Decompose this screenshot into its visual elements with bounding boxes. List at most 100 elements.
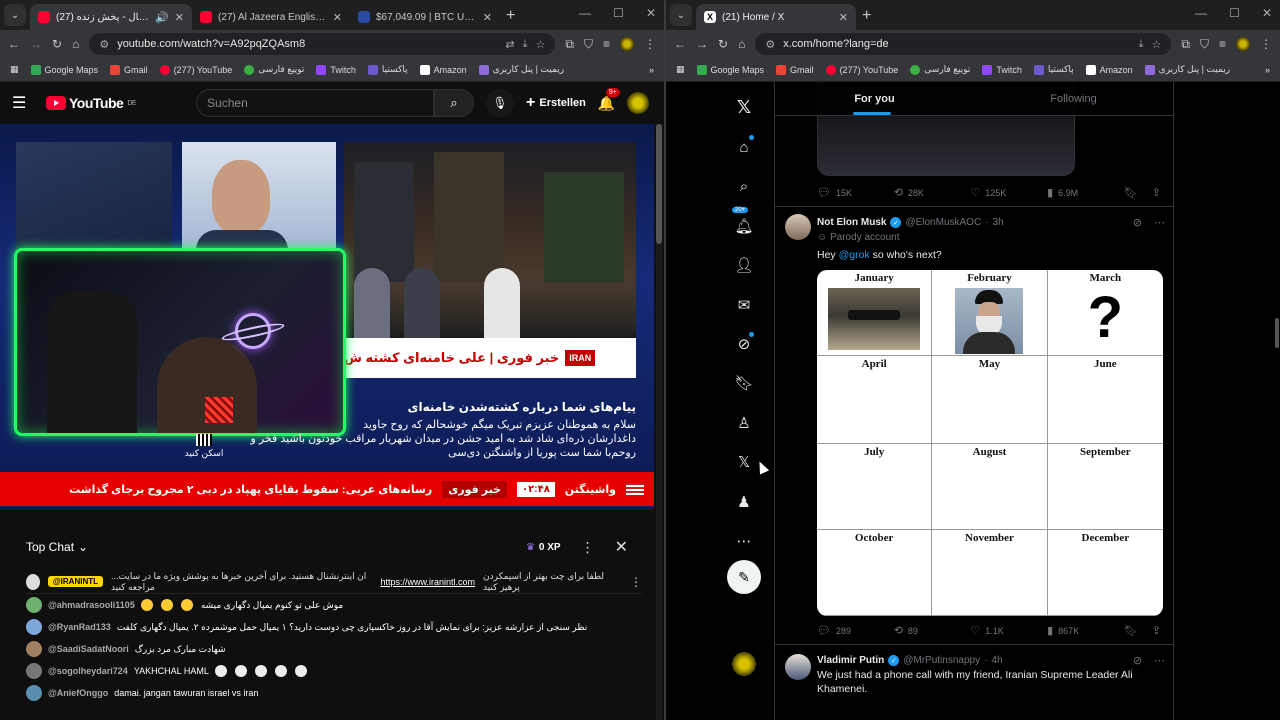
account-avatar[interactable] [627, 92, 650, 114]
address-bar[interactable]: ⚙ youtube.com/watch?v=A92pqZQAsm8 ⇄ ⤓ ☆ [89, 33, 556, 55]
close-tab-icon[interactable]: ✕ [333, 11, 342, 24]
bookmark-google-maps[interactable]: Google Maps [30, 64, 98, 75]
bookmark-twitch[interactable]: Twitch [982, 64, 1022, 75]
message-author[interactable]: @SaadiSadatNoori [48, 644, 129, 654]
close-window-icon[interactable]: ✕ [646, 6, 656, 20]
tab-for-you[interactable]: For you [775, 82, 974, 115]
scrollbar-thumb[interactable] [656, 124, 662, 244]
bookmark-tavie[interactable]: توییع فارسی [244, 64, 304, 75]
bookmark-tavie[interactable]: توییع فارسی [910, 64, 970, 75]
search-button[interactable]: ⌕ [434, 89, 475, 117]
notifications-bell-icon[interactable]: 🔔︎ 20+ [724, 206, 764, 245]
message-options-icon[interactable]: ⋮ [630, 575, 642, 589]
home-nav-icon[interactable]: ⌂ [724, 127, 764, 166]
menu-icon[interactable]: ⋮ [644, 37, 656, 51]
bookmark-gmail[interactable]: Gmail [776, 64, 814, 75]
bookmark-pakstia[interactable]: پاکستیا [1033, 64, 1074, 75]
compose-post-button[interactable]: ✎ [727, 560, 761, 594]
search-input[interactable]: Suchen [196, 89, 435, 117]
bookmarks-icon[interactable]: 🔖︎ [724, 364, 764, 403]
display-name[interactable]: Not Elon Musk [817, 217, 886, 228]
tweet-putin[interactable]: Vladimir Putin ✓ @MrPutinsnappy · 4h ⊘ ⋯ … [775, 644, 1173, 720]
bookmark-star-icon[interactable]: ☆ [1152, 38, 1162, 51]
bookmark-pakstia[interactable]: پاکستیا [367, 64, 408, 75]
site-info-icon[interactable]: ⚙ [99, 38, 109, 51]
profile-avatar[interactable] [620, 37, 634, 51]
minimize-icon[interactable]: — [579, 6, 591, 20]
video-player[interactable]: IRAN خبر فوری | علی خامنه‌ای کشته ش پیام… [0, 124, 654, 510]
message-author[interactable]: @RyanRad133 [48, 622, 111, 632]
page-scrollbar[interactable] [656, 124, 662, 720]
new-tab-button[interactable]: + [862, 7, 871, 25]
reply-button[interactable]: 💬︎ 289 [817, 624, 894, 637]
share-icon[interactable]: ⇪ [1152, 186, 1161, 199]
extensions-icon[interactable]: ⧉ [1181, 37, 1190, 52]
forward-icon[interactable]: → [696, 37, 708, 51]
reload-icon[interactable]: ↻ [718, 37, 728, 51]
more-icon[interactable]: ⋯ [1154, 216, 1165, 229]
youtube-logo[interactable]: YouTube DE [46, 95, 137, 111]
maximize-icon[interactable]: ☐ [1229, 6, 1240, 20]
tab-aljazeera[interactable]: (27) Al Jazeera English | Live ✕ [192, 4, 350, 30]
handle[interactable]: @ElonMuskAOC [905, 217, 981, 228]
mention-link[interactable]: @grok [839, 249, 870, 261]
profile-avatar[interactable] [1236, 37, 1250, 51]
reading-list-icon[interactable]: ≡ [603, 37, 610, 51]
bookmark-gmail[interactable]: Gmail [110, 64, 148, 75]
tab-following[interactable]: Following [974, 82, 1173, 115]
timestamp[interactable]: 4h [991, 655, 1002, 666]
account-avatar[interactable] [732, 652, 756, 676]
tab-x-home[interactable]: X (21) Home / X ✕ [696, 4, 856, 30]
grok-icon[interactable]: ⊘ [724, 324, 764, 363]
more-bookmarks-icon[interactable]: » [1265, 65, 1270, 75]
new-tab-button[interactable]: + [506, 7, 515, 25]
handle[interactable]: @MrPutinsnappy [903, 655, 980, 666]
bookmark-twitch[interactable]: Twitch [316, 64, 356, 75]
apps-icon[interactable]: ▦ [676, 64, 685, 75]
reading-list-icon[interactable]: ≡ [1219, 37, 1226, 51]
bookmark-youtube[interactable]: (277) YouTube [159, 64, 232, 75]
avatar[interactable] [785, 654, 811, 680]
bookmark-icon[interactable]: 🔖︎ [1124, 624, 1138, 637]
menu-icon[interactable]: ⋮ [1260, 37, 1272, 51]
iranintl-link[interactable]: https://www.iranintl.com [380, 577, 475, 587]
message-author[interactable]: @sogolheydari724 [48, 666, 128, 676]
tab-iranintl[interactable]: (27) ایران اینترنشنال - پخش زنده 🔊 ✕ [30, 4, 192, 30]
minimize-icon[interactable]: — [1195, 6, 1207, 20]
views-button[interactable]: ▮ 867K [1047, 624, 1124, 637]
hamburger-menu-icon[interactable]: ☰ [12, 93, 34, 113]
chat-mode-dropdown[interactable]: Top Chat ⌄ [26, 540, 88, 554]
grok-analyze-icon[interactable]: ⊘ [1133, 654, 1142, 667]
site-info-icon[interactable]: ⚙ [765, 38, 775, 51]
close-tab-icon[interactable]: ✕ [839, 11, 848, 24]
more-icon[interactable]: ⋯ [1154, 654, 1165, 667]
tweet-not-elon[interactable]: Not Elon Musk ✓ @ElonMuskAOC · 3h ⊘ ⋯ ☺ P… [775, 206, 1173, 638]
like-button[interactable]: ♡ 1.1K [970, 624, 1047, 637]
timestamp[interactable]: 3h [993, 217, 1004, 228]
forward-icon[interactable]: → [30, 37, 42, 51]
display-name[interactable]: Vladimir Putin [817, 655, 884, 666]
notifications-button[interactable]: 🔔 9+ [598, 87, 620, 112]
tab-search-button[interactable]: ⌄ [670, 4, 692, 26]
scrollbar-thumb[interactable] [1275, 318, 1279, 348]
close-window-icon[interactable]: ✕ [1262, 6, 1272, 20]
bookmark-amazon[interactable]: Amazon [419, 64, 467, 75]
vpn-icon[interactable]: ⛉ [584, 37, 593, 52]
address-bar[interactable]: ⚙ x.com/home?lang=de ⤓ ☆ [755, 33, 1172, 55]
home-icon[interactable]: ⌂ [738, 37, 745, 51]
xp-counter[interactable]: ♛ 0 XP [526, 542, 561, 553]
repost-button[interactable]: ⟲ 28K [894, 186, 971, 199]
share-icon[interactable]: ⇪ [1152, 624, 1161, 637]
explore-search-icon[interactable]: ⌕ [724, 167, 764, 206]
bookmark-amazon[interactable]: Amazon [1085, 64, 1133, 75]
message-author[interactable]: @AniefOnggo [48, 688, 108, 698]
messages-mail-icon[interactable]: ✉ [724, 285, 764, 324]
repost-button[interactable]: ⟲ 89 [894, 624, 971, 637]
bookmark-google-maps[interactable]: Google Maps [696, 64, 764, 75]
back-icon[interactable]: ← [8, 37, 20, 51]
bookmark-star-icon[interactable]: ☆ [536, 38, 546, 51]
avatar[interactable] [785, 214, 811, 240]
more-options-icon[interactable]: ⋯ [724, 521, 764, 560]
bookmark-remit[interactable]: ریمیت | پنل کاربری [1144, 64, 1230, 75]
calendar-meme-image[interactable]: January February March ? April May June … [817, 270, 1163, 616]
